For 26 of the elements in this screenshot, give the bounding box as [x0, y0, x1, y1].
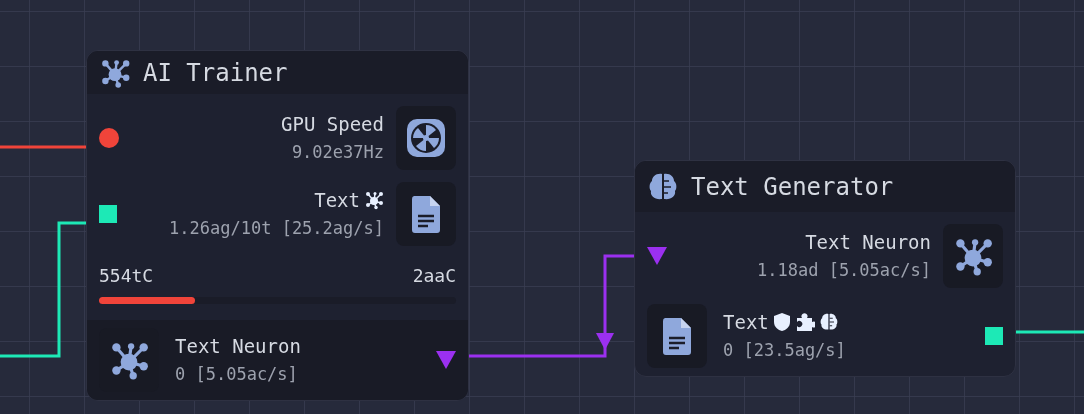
resource-value: 1.18ad [5.05ac/s] [757, 259, 931, 282]
port-triangle[interactable] [436, 351, 456, 369]
resource-value: 0 [23.5ag/s] [723, 339, 846, 362]
port-triangle[interactable] [647, 247, 667, 265]
node-card[interactable]: Text Generator Text Neuron 1.18ad [5.05ac/s] Text 0 [23.5ag/s] [634, 160, 1016, 377]
resource-value: 0 [5.05ac/s] [175, 363, 298, 386]
resource-label: Text Neuron [805, 230, 931, 254]
resource-label: Text Neuron [175, 334, 301, 358]
document-icon [661, 316, 693, 356]
progress-end: 2aaC [412, 264, 456, 288]
progress-start: 554tC [99, 264, 154, 288]
node-card[interactable]: AI Trainer GPU Speed 9.02e37Hz Text 1.26ag/10t [25.2ag/s] 554tC 2aaC Text Neuron 0 [5.05ac/s] [86, 50, 469, 401]
shield-icon [772, 312, 791, 332]
fan-icon [404, 116, 448, 160]
molecule-icon [364, 190, 384, 210]
input-port[interactable] [99, 128, 119, 148]
resource-value: 1.26ag/10t [25.2ag/s] [169, 217, 384, 240]
resource-label: Text [314, 188, 360, 212]
puzzle-icon [794, 312, 815, 332]
resource-label: GPU Speed [281, 112, 384, 136]
resource-label: Text [723, 310, 769, 334]
document-icon [410, 194, 442, 234]
node-title: AI Trainer [143, 57, 288, 89]
node-title: Text Generator [691, 171, 894, 203]
brain-icon [818, 312, 839, 332]
resource-value: 9.02e37Hz [291, 141, 384, 164]
